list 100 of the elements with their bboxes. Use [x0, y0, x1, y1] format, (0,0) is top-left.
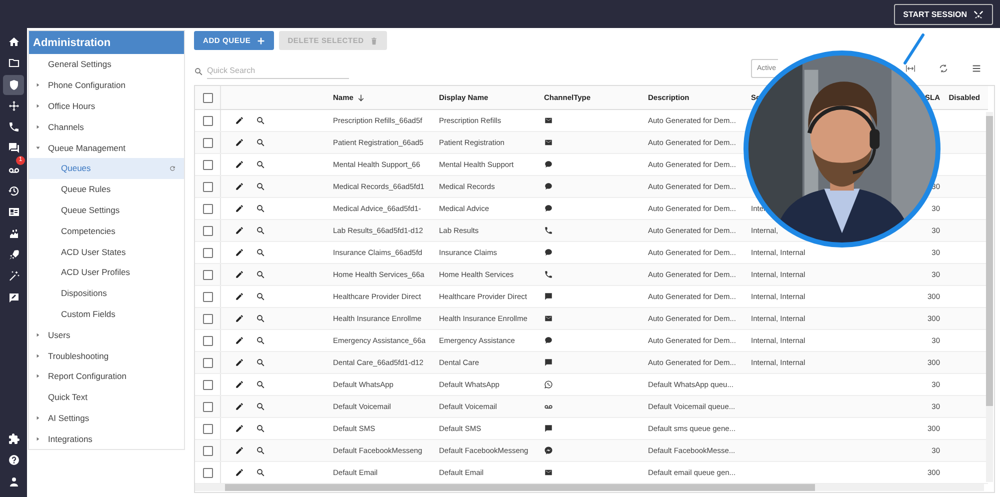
nav-button[interactable] — [3, 74, 24, 95]
fit-columns-icon[interactable] — [905, 62, 916, 74]
accent-line — [902, 33, 926, 65]
row-checkbox[interactable] — [203, 468, 213, 478]
edit-icon[interactable] — [235, 160, 244, 169]
edit-icon[interactable] — [235, 182, 244, 191]
edit-icon[interactable] — [235, 292, 244, 301]
caret-icon — [35, 352, 41, 359]
row-checkbox[interactable] — [203, 270, 213, 280]
contact-card-icon — [8, 206, 20, 218]
sidebar-item[interactable]: Integrations — [29, 428, 184, 450]
magic-wand-icon — [8, 270, 20, 282]
sidebar-item[interactable]: Phone Configuration — [29, 74, 184, 96]
edit-icon[interactable] — [235, 380, 244, 389]
row-checkbox[interactable] — [203, 182, 213, 192]
sidebar-item[interactable]: Channels — [29, 116, 184, 138]
caret-icon — [35, 414, 41, 421]
sidebar-item[interactable]: Queues — [29, 158, 184, 179]
caret-icon — [35, 82, 41, 88]
caret-icon — [35, 124, 41, 130]
caret-icon — [35, 373, 41, 380]
sidebar-item[interactable]: Report Configuration — [29, 366, 184, 387]
chat-icon — [8, 142, 20, 154]
row-checkbox[interactable] — [203, 204, 213, 214]
search-icon[interactable] — [256, 270, 265, 279]
edit-icon[interactable] — [235, 358, 244, 367]
sidebar-item[interactable]: Office Hours — [29, 96, 184, 116]
edit-icon[interactable] — [235, 138, 244, 147]
row-checkbox[interactable] — [203, 380, 213, 390]
start-session-button[interactable]: START SESSION — [894, 4, 993, 24]
edit-icon[interactable] — [235, 204, 244, 213]
phone-icon — [8, 121, 20, 134]
sidebar-item[interactable]: Queue Settings — [29, 200, 184, 220]
search-icon[interactable] — [256, 182, 265, 191]
user-icon — [8, 476, 20, 488]
search-icon[interactable] — [256, 358, 265, 367]
search-icon[interactable] — [256, 314, 265, 323]
search-icon[interactable] — [256, 380, 265, 389]
refresh-icon[interactable] — [938, 62, 949, 74]
caret-icon — [35, 102, 41, 109]
vertical-scrollbar[interactable] — [986, 112, 993, 482]
search-icon[interactable] — [256, 336, 265, 345]
sidebar-item[interactable]: ACD User States — [29, 241, 184, 262]
search-icon[interactable] — [256, 226, 265, 235]
sidebar-item[interactable]: Competencies — [29, 220, 184, 242]
edit-icon[interactable] — [235, 468, 244, 477]
caret-icon — [35, 144, 41, 151]
row-checkbox[interactable] — [203, 446, 213, 456]
search-icon[interactable] — [256, 468, 265, 477]
row-checkbox[interactable] — [203, 248, 213, 258]
edit-icon[interactable] — [235, 248, 244, 257]
search-icon[interactable] — [256, 248, 265, 257]
edit-icon[interactable] — [235, 270, 244, 279]
search-icon[interactable] — [256, 424, 265, 433]
row-checkbox[interactable] — [203, 336, 213, 346]
sidebar-item[interactable]: Dispositions — [29, 282, 184, 304]
edit-icon[interactable] — [235, 226, 244, 235]
sidebar-item[interactable]: General Settings — [29, 54, 184, 75]
sidebar-item[interactable]: Users — [29, 324, 184, 346]
edit-icon[interactable] — [235, 314, 244, 323]
sidebar-item[interactable]: Queue Management — [29, 137, 184, 158]
select-all-checkbox[interactable] — [203, 92, 213, 102]
sidebar-item[interactable]: AI Settings — [29, 408, 184, 428]
edit-icon[interactable] — [235, 116, 244, 125]
row-checkbox[interactable] — [203, 138, 213, 148]
row-checkbox[interactable] — [203, 424, 213, 434]
sidebar-item[interactable]: ACD User Profiles — [29, 262, 184, 283]
search-icon[interactable] — [256, 402, 265, 411]
row-checkbox[interactable] — [203, 116, 213, 126]
row-checkbox[interactable] — [203, 292, 213, 302]
sidebar-item[interactable]: Quick Text — [29, 386, 184, 408]
home-icon — [8, 36, 20, 48]
edit-icon[interactable] — [235, 402, 244, 411]
search-icon[interactable] — [256, 446, 265, 455]
edit-icon[interactable] — [235, 446, 244, 455]
search-icon[interactable] — [256, 116, 265, 125]
edit-icon[interactable] — [235, 336, 244, 345]
row-checkbox[interactable] — [203, 160, 213, 170]
edit-icon[interactable] — [235, 424, 244, 433]
row-checkbox[interactable] — [203, 402, 213, 412]
row-checkbox[interactable] — [203, 226, 213, 236]
sidebar-item[interactable]: Custom Fields — [29, 304, 184, 324]
sidebar-item[interactable]: Troubleshooting — [29, 345, 184, 366]
search-icon[interactable] — [256, 204, 265, 213]
row-checkbox[interactable] — [203, 358, 213, 368]
search-icon — [194, 66, 203, 76]
row-checkbox[interactable] — [203, 314, 213, 324]
search-icon[interactable] — [256, 138, 265, 147]
search-icon[interactable] — [256, 292, 265, 301]
search-field[interactable]: Quick Search — [207, 64, 349, 78]
sidebar-item[interactable]: Queue Rules — [29, 178, 184, 200]
plus-icon — [256, 36, 265, 44]
shield-icon — [8, 78, 20, 91]
caret-icon — [35, 332, 41, 338]
search-icon[interactable] — [256, 160, 265, 169]
history-icon — [8, 185, 20, 198]
folder-icon — [8, 57, 20, 70]
horizontal-scrollbar[interactable] — [195, 484, 984, 491]
menu-icon[interactable] — [971, 62, 982, 74]
refresh-icon[interactable] — [169, 164, 176, 172]
